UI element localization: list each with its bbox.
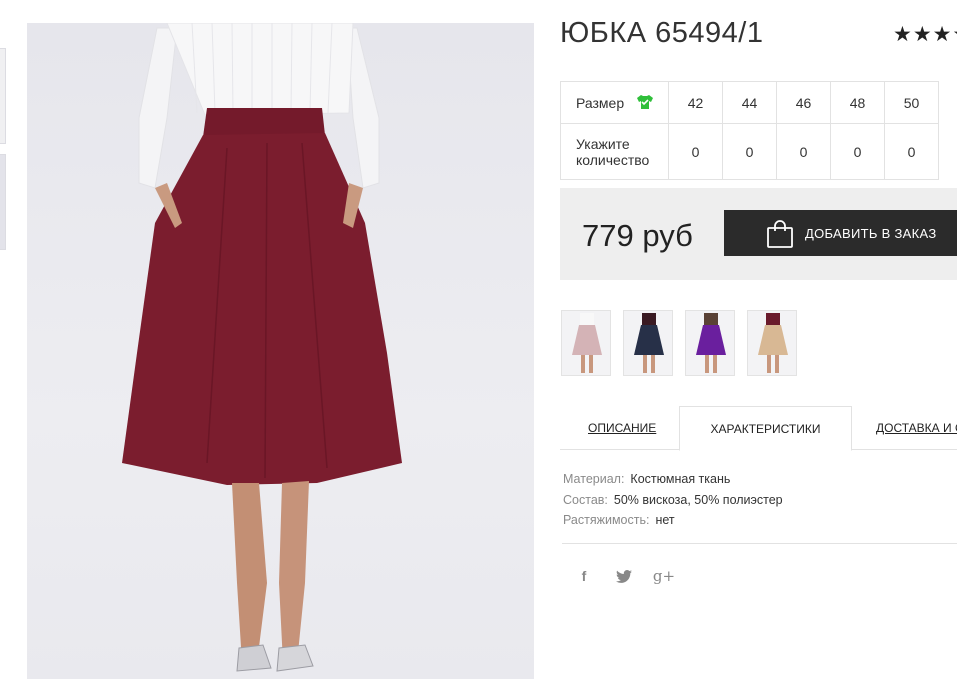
size-option[interactable]: 44: [722, 81, 777, 124]
size-table: Размер 42 44 46 48 50 Укажите количество…: [560, 81, 939, 180]
tab-characteristics[interactable]: ХАРАКТЕРИСТИКИ: [679, 406, 852, 451]
color-variant-thumbnail[interactable]: [747, 310, 797, 376]
spec-key: Состав:: [563, 492, 608, 507]
quantity-input[interactable]: 0: [884, 123, 939, 180]
spec-value: 50% вискоза, 50% полиэстер: [613, 492, 783, 507]
color-variants: [561, 310, 797, 376]
rating-stars[interactable]: ★★★★: [893, 22, 957, 47]
price: 779 руб: [582, 218, 693, 253]
add-to-order-label: ДОБАВИТЬ В ЗАКАЗ: [805, 226, 937, 241]
size-label-cell: Размер: [560, 81, 669, 124]
social-share: f g+: [574, 566, 676, 586]
color-variant-thumbnail[interactable]: [685, 310, 735, 376]
size-chart-icon[interactable]: [636, 94, 654, 110]
spec-row: Материал: Костюмная ткань: [563, 469, 783, 490]
quantity-input[interactable]: 0: [830, 123, 885, 180]
size-option[interactable]: 48: [830, 81, 885, 124]
product-tabs: ОПИСАНИЕ ХАРАКТЕРИСТИКИ ДОСТАВКА И ОПЛАТ…: [560, 406, 957, 451]
tab-delivery[interactable]: ДОСТАВКА И ОПЛАТА: [876, 406, 957, 450]
google-plus-icon[interactable]: g+: [652, 566, 676, 586]
google-plus-glyph: g+: [652, 567, 676, 585]
quantity-label: Укажите количество: [560, 123, 669, 180]
spec-row: Растяжимость: нет: [563, 510, 783, 531]
side-thumbnail[interactable]: [0, 48, 6, 144]
quantity-input[interactable]: 0: [722, 123, 777, 180]
tab-description[interactable]: ОПИСАНИЕ: [588, 406, 656, 450]
spec-row: Состав: 50% вискоза, 50% полиэстер: [563, 490, 783, 511]
spec-value: Костюмная ткань: [630, 472, 731, 486]
quantity-input[interactable]: 0: [776, 123, 831, 180]
spec-value: нет: [655, 513, 675, 527]
price-box: 779 руб ДОБАВИТЬ В ЗАКАЗ: [560, 188, 957, 280]
side-thumbnail[interactable]: [0, 154, 6, 250]
facebook-icon[interactable]: f: [574, 566, 594, 586]
facebook-glyph: f: [581, 568, 587, 584]
color-variant-thumbnail[interactable]: [623, 310, 673, 376]
spec-key: Материал:: [563, 472, 625, 486]
spec-key: Растяжимость:: [563, 513, 650, 527]
color-variant-thumbnail[interactable]: [561, 310, 611, 376]
size-option[interactable]: 50: [884, 81, 939, 124]
characteristics-list: Материал: Костюмная ткань Состав: 50% виск…: [563, 469, 783, 531]
divider: [562, 543, 957, 544]
add-to-order-button[interactable]: ДОБАВИТЬ В ЗАКАЗ: [724, 210, 957, 256]
product-title: ЮБКА 65494/1: [560, 17, 764, 49]
size-option[interactable]: 46: [776, 81, 831, 124]
size-label: Размер: [576, 94, 625, 111]
twitter-icon[interactable]: [614, 566, 634, 586]
size-option[interactable]: 42: [668, 81, 723, 124]
twitter-bird-shape: [616, 569, 632, 583]
product-photo: [27, 23, 534, 679]
shopping-bag-icon: [767, 220, 793, 248]
quantity-input[interactable]: 0: [668, 123, 723, 180]
